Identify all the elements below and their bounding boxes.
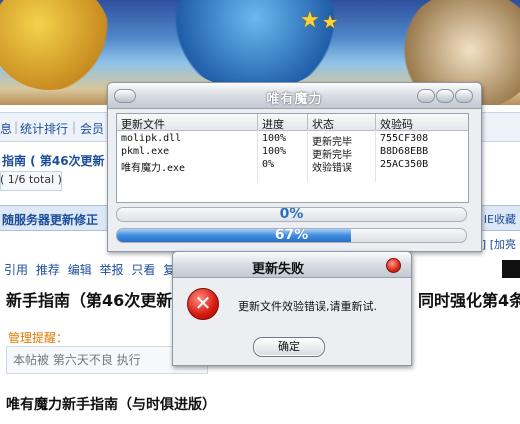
file-progress: 100% bbox=[262, 146, 287, 157]
file-progress-label: 0% bbox=[279, 207, 304, 222]
manager-notice-text: 本帖被 第六天不良 执行 bbox=[13, 353, 141, 367]
file-checksum: B8D68EBB bbox=[380, 146, 429, 157]
pager-text[interactable]: ( 1/6 total ) bbox=[0, 173, 62, 186]
only-view-link[interactable]: 只看 bbox=[131, 263, 155, 277]
highlight-link[interactable]: ] [加亮 bbox=[482, 236, 516, 252]
edit-link[interactable]: 编辑 bbox=[68, 263, 92, 277]
updater-window: 唯有魔力 更新文件 进度 状态 效验码 molipk.dll 100% 更新完毕… bbox=[107, 82, 482, 252]
file-name: molipk.dll bbox=[121, 133, 182, 144]
maximize-icon[interactable] bbox=[436, 89, 454, 103]
file-checksum: 25AC350B bbox=[380, 159, 429, 170]
post-subtitle: 唯有魔力新手指南（与时俱进版） bbox=[6, 397, 216, 413]
file-row[interactable]: 唯有魔力.exe 0% 效验错误 25AC350B bbox=[117, 159, 468, 174]
nav-separator: | bbox=[14, 120, 19, 134]
file-progress: 0% bbox=[262, 159, 275, 170]
file-progress: 100% bbox=[262, 133, 287, 144]
file-list-header: 更新文件 进度 状态 效验码 bbox=[117, 114, 468, 131]
file-status: 效验错误 bbox=[312, 163, 352, 174]
star-icon: ★ bbox=[300, 8, 320, 33]
error-dialog-titlebar[interactable]: 更新失败 bbox=[173, 252, 411, 278]
column-divider bbox=[257, 114, 258, 130]
post-title-continued: 同时强化第4条 bbox=[418, 291, 520, 310]
file-row[interactable]: molipk.dll 100% 更新完毕 755CF308 bbox=[117, 133, 468, 148]
report-link[interactable]: 举报 bbox=[100, 263, 124, 277]
file-progress-bar: 0% bbox=[116, 207, 467, 222]
column-header-checksum[interactable]: 效验码 bbox=[380, 116, 413, 132]
minimize-icon[interactable] bbox=[417, 89, 435, 103]
column-divider bbox=[307, 114, 308, 130]
quote-link[interactable]: 引用 bbox=[4, 263, 28, 277]
banner-art-left bbox=[0, 0, 110, 90]
update-file-list[interactable]: 更新文件 进度 状态 效验码 molipk.dll 100% 更新完毕 755C… bbox=[116, 113, 469, 203]
nav-item-members[interactable]: 会员 bbox=[80, 120, 104, 137]
nav-item-info[interactable]: 息 bbox=[0, 120, 12, 137]
error-dialog-title: 更新失败 bbox=[251, 262, 304, 277]
column-divider bbox=[375, 114, 376, 130]
notice-bar-title: 随服务器更新修正 bbox=[2, 213, 99, 227]
error-icon: ✕ bbox=[187, 288, 219, 320]
file-name: 唯有魔力.exe bbox=[121, 163, 186, 174]
column-header-file[interactable]: 更新文件 bbox=[121, 116, 165, 132]
ok-button[interactable]: 确定 bbox=[253, 337, 325, 357]
thread-title[interactable]: 指南 ( 第46次更新 bbox=[2, 152, 105, 169]
total-progress-bar: 67% bbox=[116, 228, 467, 243]
file-checksum: 755CF308 bbox=[380, 133, 429, 144]
column-header-status[interactable]: 状态 bbox=[312, 116, 334, 132]
nav-separator: | bbox=[72, 120, 77, 134]
total-progress-label: 67% bbox=[274, 228, 309, 243]
star-icon: ★ bbox=[322, 12, 339, 33]
post-title: 新手指南（第46次更新 bbox=[6, 291, 173, 310]
manager-notice-label: 管理提醒： bbox=[8, 331, 69, 345]
column-header-progress[interactable]: 进度 bbox=[262, 116, 284, 132]
dark-block bbox=[502, 260, 520, 278]
add-favorites-link[interactable]: IE收藏 bbox=[484, 211, 516, 227]
file-name: pkml.exe bbox=[121, 146, 170, 157]
post-action-bar: 引用 推荐 编辑 举报 只看 复 bbox=[4, 261, 179, 278]
updater-titlebar[interactable]: 唯有魔力 bbox=[108, 83, 481, 109]
close-icon[interactable] bbox=[386, 258, 401, 273]
file-row[interactable]: pkml.exe 100% 更新完毕 B8D68EBB bbox=[117, 146, 468, 161]
close-icon[interactable] bbox=[455, 89, 473, 103]
error-message: 更新文件效验错误,请重新试. bbox=[238, 300, 377, 313]
error-dialog: 更新失败 ✕ 更新文件效验错误,请重新试. 确定 bbox=[172, 251, 412, 366]
recommend-link[interactable]: 推荐 bbox=[36, 263, 60, 277]
nav-item-rankings[interactable]: 统计排行 bbox=[20, 120, 68, 137]
